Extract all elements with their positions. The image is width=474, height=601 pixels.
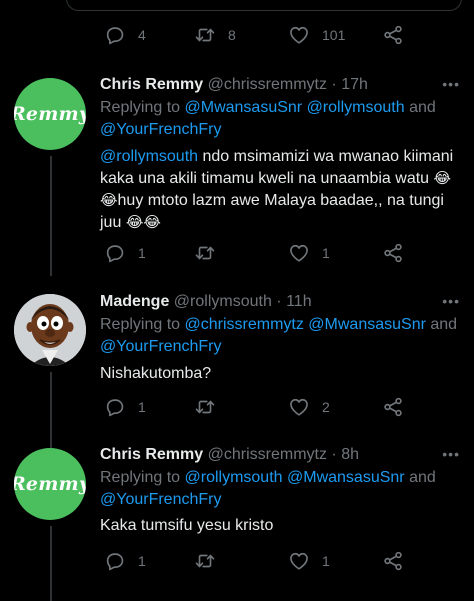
display-name[interactable]: Chris Remmy [100, 76, 203, 93]
laughing-emoji: 😂 [125, 214, 144, 231]
tweet-text-line: huy mtoto lazm awe Malaya baadae,, na tu… [117, 192, 444, 209]
more-icon[interactable]: ••• [442, 76, 460, 92]
retweet-action[interactable] [194, 396, 228, 418]
replying-label: Replying to [100, 99, 181, 116]
reply-and: and [409, 469, 436, 486]
more-icon[interactable]: ••• [442, 293, 460, 309]
laughing-emoji: 😂 [100, 192, 118, 209]
thread-line [50, 526, 52, 601]
avatar[interactable] [14, 294, 86, 366]
laughing-emoji: 😂 [433, 170, 452, 187]
share-icon [382, 550, 404, 572]
reply-count: 4 [138, 27, 146, 43]
tweet-text: Kaka tumsifu yesu kristo [100, 517, 274, 534]
retweet-action[interactable] [194, 550, 228, 572]
cartoon-face-icon [14, 294, 86, 366]
share-action[interactable] [382, 242, 404, 264]
like-icon [288, 242, 310, 264]
separator: · [331, 446, 337, 463]
reply-icon [104, 550, 126, 572]
tweet-text-line: ndo msimamizi wa mwanao kiimani [198, 148, 454, 165]
separator: · [331, 76, 337, 93]
retweet-icon [194, 396, 216, 418]
share-action[interactable] [382, 24, 404, 46]
retweet-icon [194, 550, 216, 572]
like-count: 2 [322, 399, 330, 415]
replying-to: Replying to @MwansasuSnr @rollymsouth an… [100, 97, 436, 119]
like-icon [288, 24, 310, 46]
share-icon [382, 24, 404, 46]
reply-icon [104, 242, 126, 264]
share-action[interactable] [382, 396, 404, 418]
reply-and: and [409, 99, 436, 116]
tweet-text: 😂huy mtoto lazm awe Malaya baadae,, na t… [100, 190, 444, 212]
like-action[interactable]: 101 [288, 24, 345, 46]
retweet-icon [194, 24, 216, 46]
laughing-emoji: 😂 [143, 214, 161, 231]
reply-action[interactable]: 1 [104, 396, 146, 418]
timestamp[interactable]: 8h [341, 446, 359, 463]
timestamp[interactable]: 17h [341, 76, 368, 93]
like-icon [288, 550, 310, 572]
share-icon [382, 396, 404, 418]
reply-count: 1 [138, 245, 146, 261]
reply-icon [104, 396, 126, 418]
like-action[interactable]: 2 [288, 396, 330, 418]
tweet-header: Chris Remmy @chrissremmytz · 8h [100, 444, 359, 466]
share-icon [382, 242, 404, 264]
reply-action[interactable]: 4 [104, 24, 146, 46]
tweet-text: @rollymsouth ndo msimamizi wa mwanao kii… [100, 146, 453, 168]
username[interactable]: @chrissremmytz [208, 76, 327, 93]
retweet-action[interactable]: 8 [194, 24, 236, 46]
retweet-icon [194, 242, 216, 264]
display-name[interactable]: Chris Remmy [100, 446, 203, 463]
replying-label: Replying to [100, 469, 181, 486]
avatar-logo-text: Remmy [14, 473, 86, 495]
body-mention[interactable]: @rollymsouth [100, 148, 198, 165]
username[interactable]: @rollymsouth [174, 293, 272, 310]
display-name[interactable]: Madenge [100, 293, 169, 310]
reply-action[interactable]: 1 [104, 242, 146, 264]
avatar[interactable]: Remmy [14, 448, 86, 520]
replying-to: Replying to @chrissremmytz @MwansasuSnr … [100, 314, 457, 336]
tweet-text-line: kaka una akili timamu kweli na unaambia … [100, 170, 430, 187]
like-count: 1 [322, 245, 330, 261]
timestamp[interactable]: 11h [286, 293, 312, 310]
thread-line [50, 372, 52, 448]
reply-mention[interactable]: @chrissremmytz @MwansasuSnr [185, 316, 426, 333]
like-icon [288, 396, 310, 418]
tweet-text: juu 😂😂 [100, 212, 161, 234]
retweet-action[interactable] [194, 242, 228, 264]
like-count: 101 [322, 27, 346, 43]
reply-mention[interactable]: @YourFrenchFry [100, 119, 221, 141]
previous-tweet-card [66, 0, 462, 11]
more-icon[interactable]: ••• [442, 446, 460, 462]
thread-line [50, 156, 52, 276]
tweet-header: Chris Remmy @chrissremmytz · 17h [100, 74, 368, 96]
username[interactable]: @chrissremmytz [208, 446, 327, 463]
retweet-count: 8 [228, 27, 236, 43]
reply-icon [104, 24, 126, 46]
like-count: 1 [322, 553, 330, 569]
tweet-header: Madenge @rollymsouth · 11h [100, 291, 312, 313]
separator: · [276, 293, 282, 310]
replying-to: Replying to @rollymsouth @MwansasuSnr an… [100, 467, 436, 489]
reply-mention[interactable]: @rollymsouth @MwansasuSnr [185, 469, 405, 486]
reply-count: 1 [138, 399, 146, 415]
tweet-text-line: juu [100, 214, 122, 231]
reply-and: and [430, 316, 458, 333]
avatar[interactable]: Remmy [14, 78, 86, 150]
tweet-text: kaka una akili timamu kweli na unaambia … [100, 168, 451, 190]
reply-action[interactable]: 1 [104, 550, 146, 572]
reply-mention[interactable]: @MwansasuSnr @rollymsouth [185, 99, 405, 116]
avatar-logo-text: Remmy [14, 103, 86, 125]
reply-mention[interactable]: @YourFrenchFry [100, 489, 221, 511]
replying-label: Replying to [100, 316, 181, 333]
like-action[interactable]: 1 [288, 550, 330, 572]
like-action[interactable]: 1 [288, 242, 330, 264]
reply-mention[interactable]: @YourFrenchFry [100, 336, 221, 358]
tweet-text: Nishakutomba? [100, 365, 212, 382]
reply-count: 1 [138, 553, 146, 569]
share-action[interactable] [382, 550, 404, 572]
